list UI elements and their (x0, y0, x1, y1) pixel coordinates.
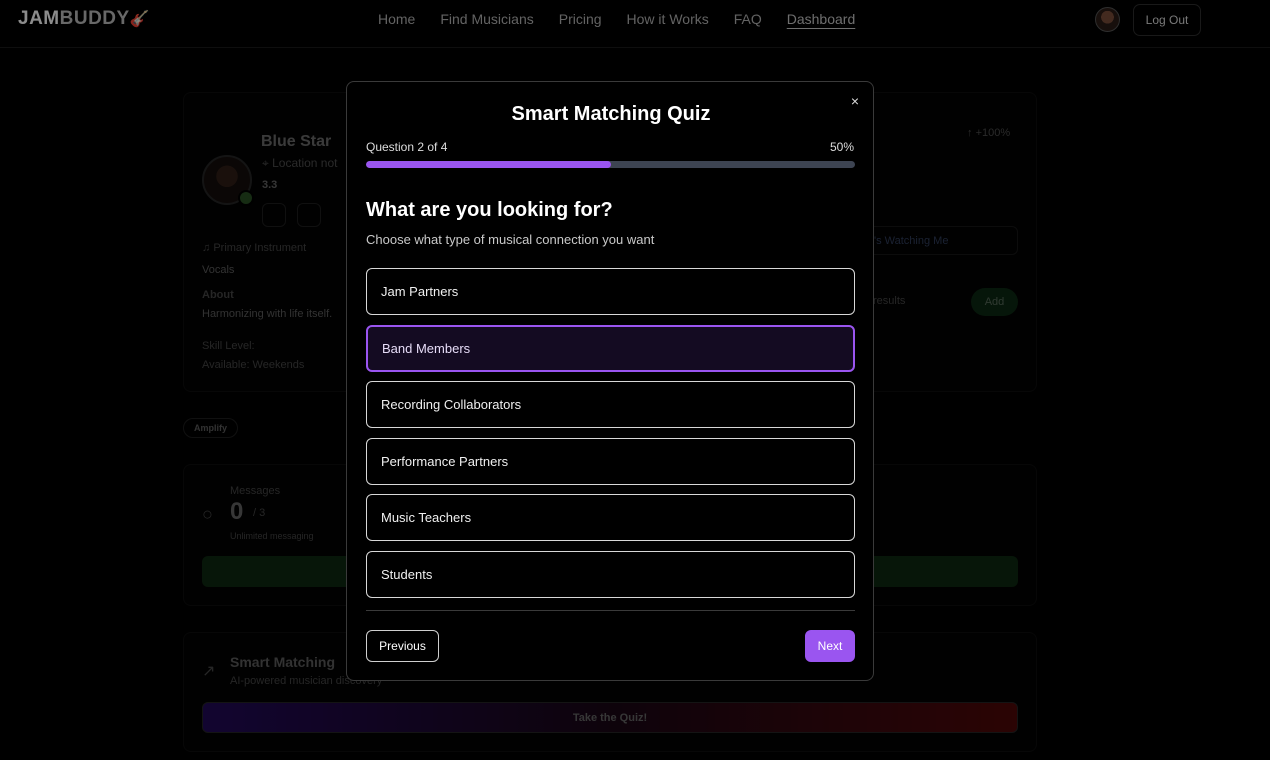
question-heading: What are you looking for? (366, 199, 613, 221)
option-recording-collaborators[interactable]: Recording Collaborators (366, 381, 855, 428)
progress-bar (366, 161, 855, 168)
progress-percent: 50% (829, 140, 854, 154)
page: JAMBUDDY🎸 Home Find Musicians Pricing Ho… (0, 0, 1270, 760)
previous-button[interactable]: Previous (366, 630, 439, 662)
option-students[interactable]: Students (366, 551, 855, 598)
question-counter: Question 2 of 4 (366, 140, 448, 154)
quiz-modal: Smart Matching Quiz × Question 2 of 4 50… (346, 81, 874, 681)
option-music-teachers[interactable]: Music Teachers (366, 494, 855, 541)
next-button[interactable]: Next (805, 630, 855, 662)
close-icon[interactable]: × (847, 93, 863, 109)
option-band-members[interactable]: Band Members (366, 325, 855, 372)
modal-divider (366, 610, 855, 611)
option-jam-partners[interactable]: Jam Partners (366, 268, 855, 315)
question-subheading: Choose what type of musical connection y… (366, 232, 655, 247)
option-performance-partners[interactable]: Performance Partners (366, 438, 855, 485)
progress-fill (366, 161, 611, 168)
modal-title: Smart Matching Quiz (511, 103, 711, 125)
